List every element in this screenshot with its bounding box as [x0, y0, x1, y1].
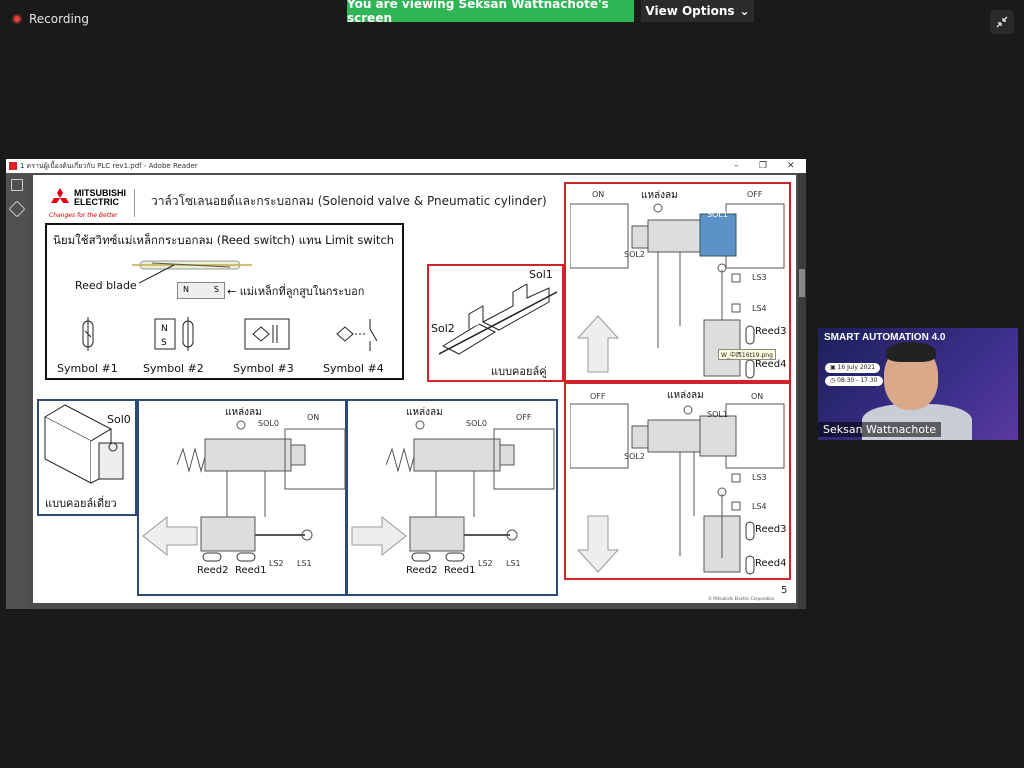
tr-sol2: SOL2 — [624, 250, 645, 259]
window-title: 1 ตรานผู้เบื้องต้นเกี่ยวกับ PLC rev1.pdf… — [20, 162, 198, 170]
sol1-label: Sol1 — [529, 268, 553, 281]
svg-text:N: N — [161, 324, 168, 334]
copyright: © Mitsubishi Electric Corporation — [708, 596, 775, 601]
record-icon — [12, 14, 22, 24]
cm-reed2: Reed2 — [406, 565, 438, 576]
chevron-down-icon: ⌄ — [739, 4, 750, 18]
circuit-bottom-right: OFF แหล่งลม ON SOL2 SOL1 LS3 LS4 Reed3 R… — [564, 382, 791, 580]
cm-reed1: Reed1 — [444, 565, 476, 576]
right-arrow-icon — [351, 515, 407, 557]
pages-icon[interactable] — [11, 179, 23, 191]
mitsubishi-logo: MITSUBISHI ELECTRIC Changes for the Bette… — [49, 187, 127, 221]
single-coil-caption: แบบคอยล์เดี่ยว — [45, 497, 117, 510]
pdf-slide: MITSUBISHI ELECTRIC Changes for the Bette… — [33, 175, 796, 603]
recording-indicator[interactable]: Recording — [12, 12, 89, 26]
event-date: ▣ 16 July 2021 — [825, 363, 881, 373]
double-coil-caption: แบบคอยล์คู่ — [491, 365, 547, 378]
event-time: ◷ 08.30 - 17.30 — [825, 376, 883, 386]
cl-ls1: LS1 — [297, 559, 312, 568]
pointer-arrow-icon — [139, 264, 175, 284]
vertical-scrollbar[interactable] — [798, 173, 806, 609]
br-reed3: Reed3 — [755, 524, 787, 535]
tr-reed4: Reed4 — [755, 359, 787, 370]
pdf-icon — [9, 162, 17, 170]
tr-ls4: LS4 — [752, 304, 767, 313]
slide-title: วาล์วโซเลนอยด์และกระบอกลม (Solenoid valv… — [151, 194, 547, 208]
close-button[interactable]: ✕ — [787, 159, 795, 173]
symbol-4-label: Symbol #4 — [323, 362, 384, 375]
scroll-thumb[interactable] — [799, 269, 805, 297]
circuit-top-right: ON แหล่งลม OFF SOL2 SOL1 LS3 LS4 Reed3 R… — [564, 182, 791, 382]
recording-label: Recording — [29, 12, 90, 26]
reed-heading: นิยมใช้สวิทซ์แม่เหล็กกระบอกลม (Reed swit… — [53, 233, 395, 247]
symbol-2-icon: NS — [154, 317, 194, 351]
reader-side-toolbar — [6, 173, 30, 609]
circuit-mid: แหล่งลม SOL0 OFF Reed2 Reed1 LS2 LS1 — [346, 399, 558, 596]
double-coil-panel: Sol1 Sol2 แบบคอยล์คู่ — [427, 264, 564, 382]
cl-reed1: Reed1 — [235, 565, 267, 576]
cm-ls1: LS1 — [506, 559, 521, 568]
reader-titlebar: 1 ตรานผู้เบื้องต้นเกี่ยวกับ PLC rev1.pdf… — [6, 159, 806, 173]
restore-button[interactable]: ❐ — [759, 159, 767, 173]
symbol-1-label: Symbol #1 — [57, 362, 118, 375]
symbol-3-label: Symbol #3 — [233, 362, 294, 375]
symbol-3-icon — [244, 318, 290, 350]
br-reed4: Reed4 — [755, 558, 787, 569]
left-arrow-icon — [142, 515, 198, 557]
symbol-1-icon — [82, 317, 94, 351]
reed-switch-panel: นิยมใช้สวิทซ์แม่เหล็กกระบอกลม (Reed swit… — [45, 223, 404, 380]
double-coil-valve-drawing — [439, 284, 558, 355]
view-options-button[interactable]: View Options ⌄ — [641, 0, 754, 22]
brand-name: MITSUBISHI ELECTRIC — [74, 188, 127, 207]
header-divider — [134, 189, 135, 217]
single-coil-valve-drawing — [43, 404, 124, 484]
single-coil-panel: Sol0 แบบคอยล์เดี่ยว — [37, 399, 137, 516]
cl-reed2: Reed2 — [197, 565, 229, 576]
view-options-label: View Options — [645, 4, 735, 18]
tr-sol1: SOL1 — [707, 210, 728, 219]
magnet-label: ← แม่เหล็กที่ลูกสูบในกระบอก — [227, 285, 365, 298]
svg-text:S: S — [161, 338, 167, 348]
event-title: SMART AUTOMATION 4.0 — [824, 332, 946, 343]
participant-video-tile[interactable]: SMART AUTOMATION 4.0 ▣ 16 July 2021 ◷ 08… — [818, 328, 1018, 440]
br-ls4: LS4 — [752, 502, 767, 511]
participant-name: Seksan Wattnachote — [818, 422, 942, 437]
tr-reed3: Reed3 — [755, 326, 787, 337]
attachment-icon[interactable] — [8, 200, 26, 218]
viewing-banner: You are viewing Seksan Wattnachote's scr… — [347, 0, 634, 25]
brand-tagline: Changes for the Better — [49, 212, 118, 219]
magnet-bar: N S — [177, 282, 225, 299]
cm-circuit-drawing — [386, 420, 555, 562]
up-arrow-icon — [576, 315, 620, 373]
image-tooltip: W_中西16t19.png — [718, 349, 776, 360]
cl-circuit-drawing — [177, 420, 346, 562]
circuit-left: แหล่งลม SOL0 ON Reed2 Reed1 LS2 LS1 — [137, 399, 347, 596]
minimize-button[interactable]: – — [734, 159, 739, 173]
three-diamonds-icon — [51, 188, 69, 203]
br-sol1: SOL1 — [707, 410, 728, 419]
participant-hair — [886, 342, 936, 362]
reed-symbols-row: NS — [82, 317, 378, 351]
br-sol2: SOL2 — [624, 452, 645, 461]
exit-fullscreen-icon — [996, 16, 1008, 28]
cl-ls2: LS2 — [269, 559, 284, 568]
reed-blade-label: Reed blade — [75, 279, 137, 292]
tr-ls3: LS3 — [752, 273, 767, 282]
shared-reader-window: 1 ตรานผู้เบื้องต้นเกี่ยวกับ PLC rev1.pdf… — [6, 159, 806, 609]
symbol-2-label: Symbol #2 — [143, 362, 204, 375]
symbol-4-icon — [336, 319, 378, 351]
down-arrow-icon — [576, 515, 620, 573]
page-number: 5 — [781, 585, 788, 596]
cm-ls2: LS2 — [478, 559, 493, 568]
br-ls3: LS3 — [752, 473, 767, 482]
exit-fullscreen-button[interactable] — [990, 10, 1014, 34]
calendar-icon: ▣ — [830, 364, 838, 371]
